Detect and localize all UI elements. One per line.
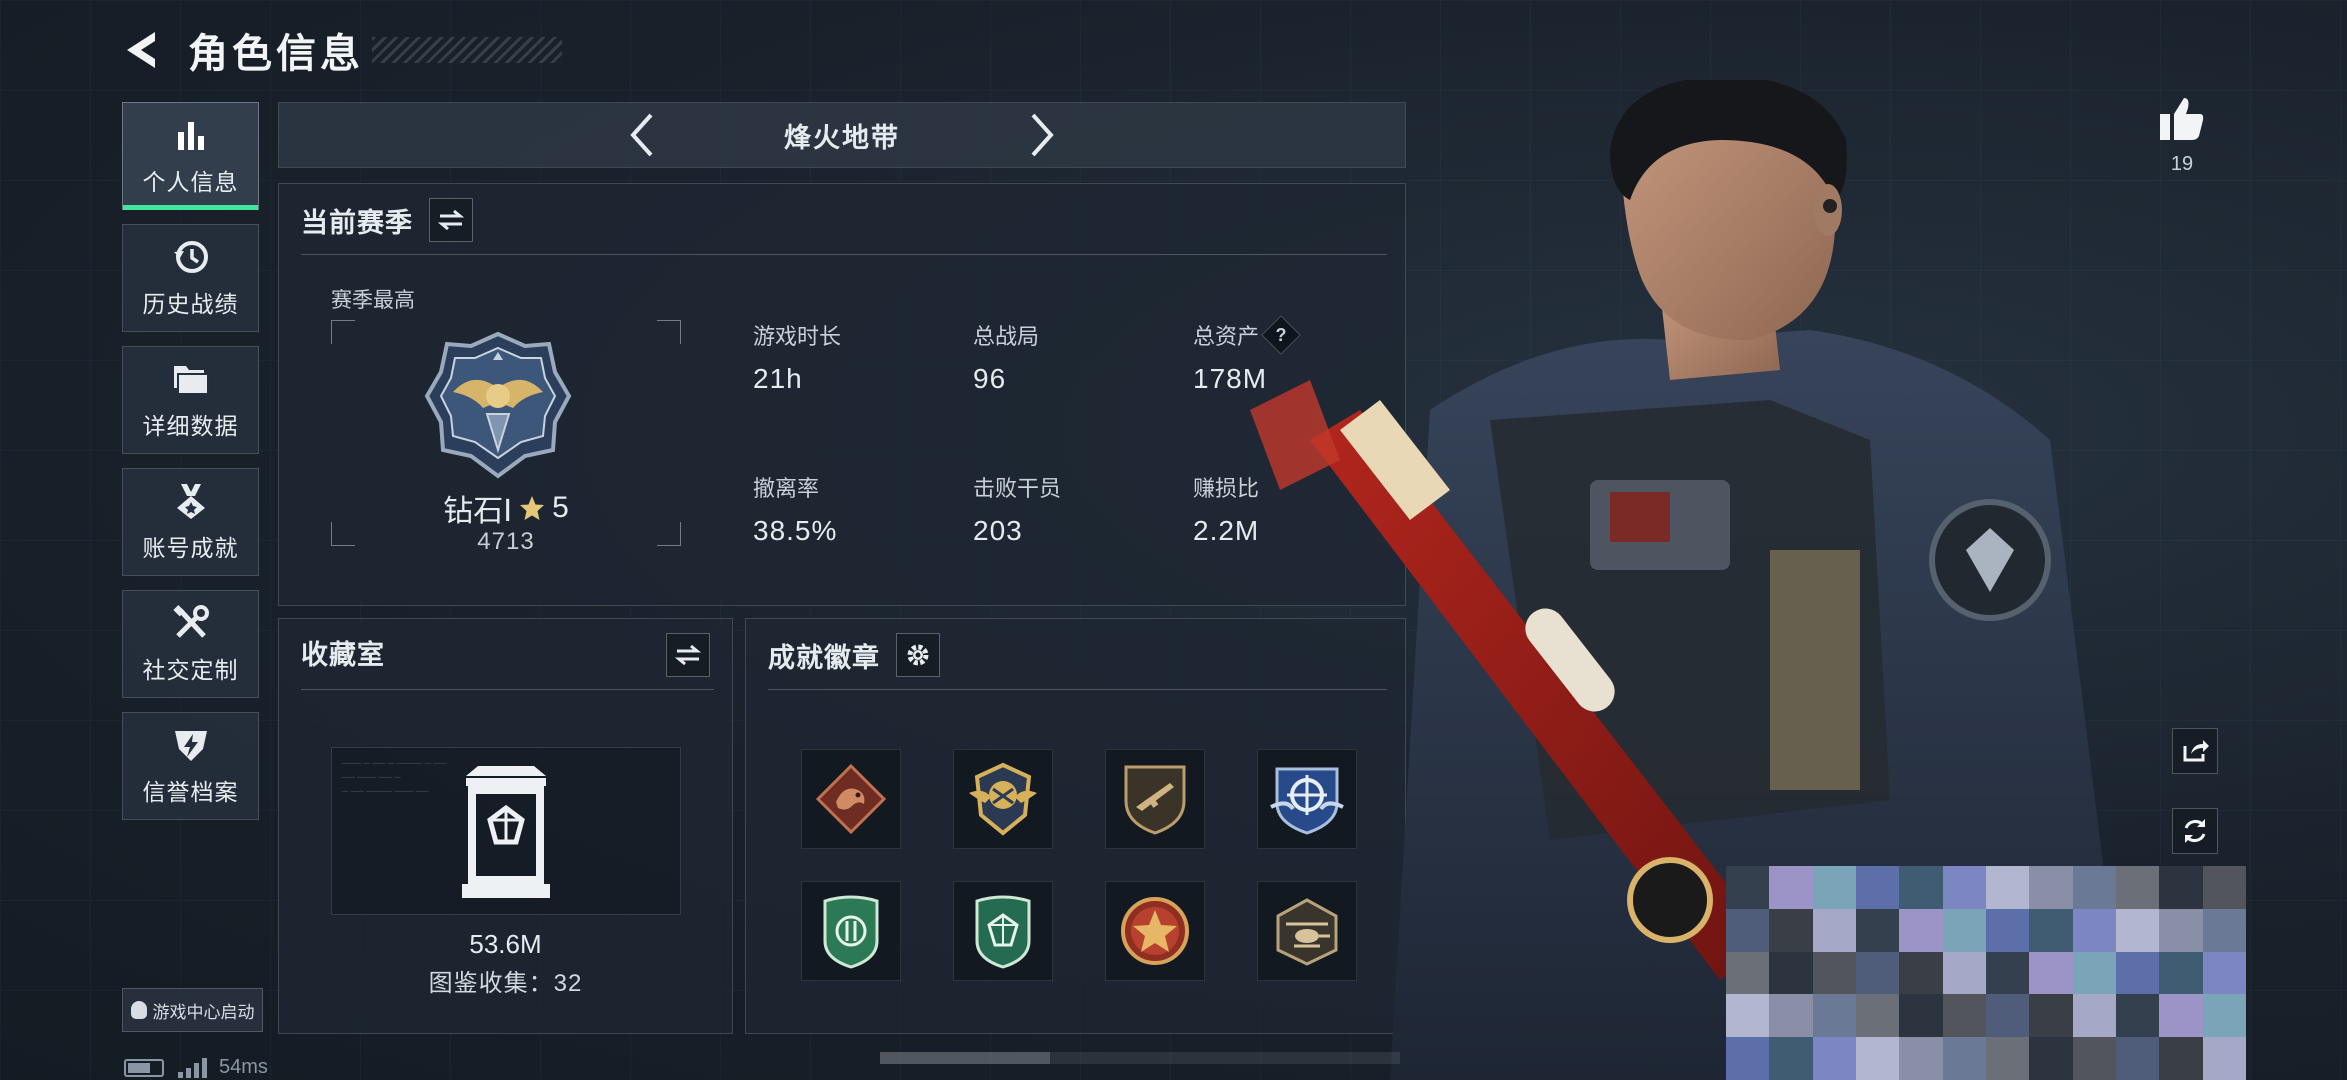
stat-value: 203 [973, 515, 1023, 546]
sidebar-item-account-achievements[interactable]: 账号成就 [122, 468, 259, 576]
panel-divider [301, 689, 714, 690]
badge-slot[interactable] [953, 881, 1053, 981]
rank-stars: 5 [552, 491, 569, 524]
dragon-badge-icon [815, 763, 887, 835]
history-icon [171, 237, 211, 277]
stat-operators-defeated: 击败干员 203 [973, 471, 1061, 547]
back-arrow-icon [127, 32, 155, 68]
star-icon [520, 496, 545, 520]
sidebar-item-label: 账号成就 [142, 535, 239, 561]
sidebar-item-detailed-data[interactable]: 详细数据 [122, 346, 259, 454]
stat-total-matches: 总战局 96 [973, 319, 1039, 395]
achievements-settings-button[interactable] [896, 633, 940, 677]
green-gem-badge-icon [975, 895, 1031, 969]
signal-icon [178, 1057, 207, 1078]
sidebar-item-label: 历史战绩 [142, 291, 239, 317]
collection-panel-title: 收藏室 [301, 640, 385, 670]
folder-icon [171, 359, 211, 399]
refresh-icon [2184, 819, 2206, 843]
stat-extract-rate: 撤离率 38.5% [753, 471, 837, 547]
chevron-right-icon [1031, 113, 1054, 157]
stat-value: 96 [973, 363, 1007, 394]
season-panel-title: 当前赛季 [301, 207, 413, 238]
game-mode-switcher: 烽火地带 [278, 102, 1406, 168]
qq-penguin-icon [130, 1001, 147, 1019]
refresh-button[interactable] [2172, 808, 2218, 854]
game-center-launch-label: 游戏中心启动 [152, 1002, 255, 1022]
stat-label: 游戏时长 [753, 324, 842, 349]
season-best-label: 赛季最高 [331, 289, 415, 312]
collection-value: 53.6M [469, 929, 542, 959]
page-title: 角色信息 [188, 32, 364, 76]
sidebar-item-social-custom[interactable]: 社交定制 [122, 590, 259, 698]
star-medal-badge-icon [1121, 897, 1189, 965]
decorative-text: ─── ─ ── ─ ──── ─ ── ── ─── ── ─ ─ ── ────… [342, 758, 447, 796]
medal-icon [171, 481, 211, 521]
shield-bolt-icon [171, 725, 211, 765]
green-shield-badge-icon [823, 895, 879, 969]
back-button[interactable] [118, 26, 166, 74]
horizontal-scrollbar[interactable] [880, 1052, 1400, 1064]
thumbs-up-icon [2160, 98, 2204, 140]
like-button[interactable]: 19 [2150, 96, 2214, 176]
prev-mode-button[interactable] [622, 110, 662, 160]
sidebar-item-personal-info[interactable]: 个人信息 [122, 102, 259, 210]
page-header: 角色信息 [118, 22, 562, 78]
badge-slot[interactable] [953, 749, 1053, 849]
sidebar-item-history[interactable]: 历史战绩 [122, 224, 259, 332]
title-decoration [372, 37, 562, 63]
badge-slot[interactable] [1105, 881, 1205, 981]
rank-display: 钻石Ⅰ 5 4713 [331, 320, 681, 555]
panel-divider [301, 254, 1387, 255]
like-count: 19 [2170, 153, 2194, 175]
ping-value: 54ms [219, 1056, 268, 1078]
tools-icon [171, 603, 211, 643]
next-mode-button[interactable] [1022, 110, 1062, 160]
gear-icon [907, 644, 929, 666]
rank-name-row: 钻石Ⅰ 5 [331, 486, 681, 530]
share-icon [2183, 740, 2209, 762]
wings-gold-badge-icon [969, 762, 1037, 836]
sidebar-item-label: 信誉档案 [142, 779, 239, 805]
obscured-mosaic [1726, 866, 2246, 1080]
sidebar-item-label: 个人信息 [142, 169, 239, 195]
sidebar-item-label: 社交定制 [142, 657, 239, 683]
stat-value: 21h [753, 363, 803, 394]
collection-room-panel: 收藏室 ─── ─ ── ─ ──── ─ ── ── ─── ── ─ ─ ── … [278, 618, 733, 1034]
current-season-panel: 当前赛季 赛季最高 钻石Ⅰ 5 4713 游戏时长 21h 总战局 96 总资产… [278, 183, 1406, 606]
chevron-left-icon [630, 113, 653, 157]
sidebar-item-label: 详细数据 [142, 413, 239, 439]
game-center-launch-button[interactable]: 游戏中心启动 [122, 988, 263, 1032]
season-switch-button[interactable] [429, 198, 473, 242]
sidebar: 个人信息 历史战绩 详细数据 账号成就 社交定制 信誉档案 [122, 102, 259, 834]
rifle-shield-badge-icon [1124, 765, 1186, 835]
stat-label: 撤离率 [753, 476, 820, 501]
badge-slot[interactable] [801, 749, 901, 849]
sidebar-item-credit-record[interactable]: 信誉档案 [122, 712, 259, 820]
status-bar: 54ms [124, 1056, 268, 1079]
badge-slot[interactable] [1105, 749, 1205, 849]
stat-label: 击败干员 [973, 476, 1062, 501]
rank-name: 钻石Ⅰ [443, 495, 513, 528]
swap-arrows-icon [438, 209, 464, 231]
collection-display[interactable]: ─── ─ ── ─ ──── ─ ── ── ─── ── ─ ─ ── ────… [331, 747, 681, 915]
display-case-icon [462, 766, 550, 898]
bar-chart-icon [171, 115, 211, 155]
swap-arrows-icon [675, 644, 701, 666]
battery-icon [124, 1058, 164, 1077]
current-game-mode: 烽火地带 [784, 122, 900, 153]
stat-play-time: 游戏时长 21h [753, 319, 841, 395]
badge-slot[interactable] [801, 881, 901, 981]
diamond-rank-emblem-icon [424, 331, 572, 479]
collection-switch-button[interactable] [666, 633, 710, 677]
stat-label: 总战局 [973, 324, 1040, 349]
rank-score: 4713 [477, 528, 535, 555]
collection-count: 图鉴收集：32 [428, 970, 583, 997]
stat-value: 38.5% [753, 515, 838, 546]
share-button[interactable] [2172, 728, 2218, 774]
achievements-panel-title: 成就徽章 [768, 642, 880, 673]
